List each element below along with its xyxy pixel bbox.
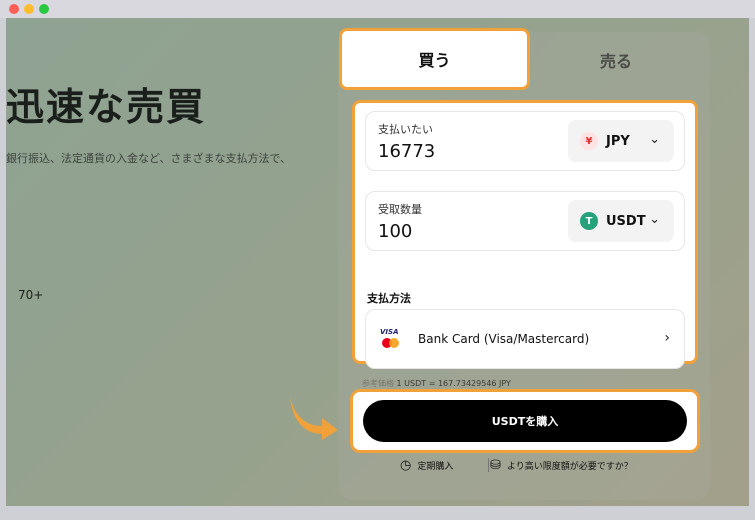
- receive-currency-select[interactable]: T USDT ⌄: [568, 200, 674, 242]
- maximize-window-button[interactable]: [39, 4, 49, 14]
- footer-divider: [488, 458, 489, 472]
- receive-amount-input[interactable]: 100: [378, 221, 412, 242]
- app-window: 迅速な売買 銀行振込、法定通貨の入金など、さまざまな支払方法で、 70+ 買う …: [0, 0, 755, 520]
- pay-currency-select[interactable]: ¥ JPY ⌄: [568, 120, 674, 162]
- receive-amount-label: 受取数量: [378, 203, 422, 216]
- reference-rate-label: 参考価格: [362, 379, 394, 388]
- hero-title: 迅速な売買: [6, 85, 207, 129]
- reference-rate-value: 1 USDT = 167.73429546 JPY: [396, 379, 511, 388]
- receive-amount-field[interactable]: 受取数量 100 T USDT ⌄: [365, 191, 685, 251]
- coin-stack-icon: ⛁: [490, 458, 501, 473]
- recurring-buy-link[interactable]: ◷ 定期購入: [400, 458, 453, 473]
- pointer-arrow-icon: [290, 396, 338, 440]
- chevron-down-icon: ⌄: [649, 132, 660, 147]
- payment-method-label: 支払方法: [367, 292, 411, 305]
- buy-usdt-button[interactable]: USDTを購入: [363, 400, 687, 442]
- clock-icon: ◷: [400, 458, 412, 473]
- order-form: 支払いたい 16773 ¥ JPY ⌄ 受取数量 100 T USDT ⌄ 支払…: [352, 100, 698, 369]
- higher-limit-link[interactable]: ⛁ より高い限度額が必要ですか？: [490, 458, 633, 473]
- title-bar: [0, 0, 755, 18]
- payment-method-name: Bank Card (Visa/Mastercard): [418, 332, 590, 346]
- hero-count: 70+: [18, 288, 44, 302]
- close-window-button[interactable]: [9, 4, 19, 14]
- tab-buy[interactable]: 買う: [339, 28, 530, 90]
- mastercard-orange-circle: [389, 338, 399, 348]
- buy-button-highlight: USDTを購入: [350, 389, 700, 453]
- tab-sell[interactable]: 売る: [526, 40, 706, 80]
- visa-logo: VISA: [380, 328, 399, 336]
- pay-amount-input[interactable]: 16773: [378, 141, 435, 162]
- hero-subtitle: 銀行振込、法定通貨の入金など、さまざまな支払方法で、: [6, 152, 292, 165]
- minimize-window-button[interactable]: [24, 4, 34, 14]
- payment-method-select[interactable]: VISA Bank Card (Visa/Mastercard) ›: [365, 309, 685, 369]
- tether-icon: T: [580, 212, 598, 230]
- recurring-buy-label: 定期購入: [417, 462, 454, 472]
- pay-currency-code: JPY: [606, 133, 630, 149]
- receive-currency-code: USDT: [606, 213, 646, 229]
- pay-amount-label: 支払いたい: [378, 123, 433, 136]
- chevron-down-icon: ⌄: [649, 212, 660, 227]
- chevron-right-icon: ›: [664, 330, 670, 346]
- yen-icon: ¥: [580, 132, 598, 150]
- card-brand-icon: VISA: [380, 328, 402, 350]
- pay-amount-field[interactable]: 支払いたい 16773 ¥ JPY ⌄: [365, 111, 685, 171]
- reference-rate: 参考価格 1 USDT = 167.73429546 JPY: [362, 378, 511, 389]
- page-content: 迅速な売買 銀行振込、法定通貨の入金など、さまざまな支払方法で、 70+ 買う …: [6, 18, 749, 506]
- higher-limit-label: より高い限度額が必要ですか？: [506, 462, 633, 472]
